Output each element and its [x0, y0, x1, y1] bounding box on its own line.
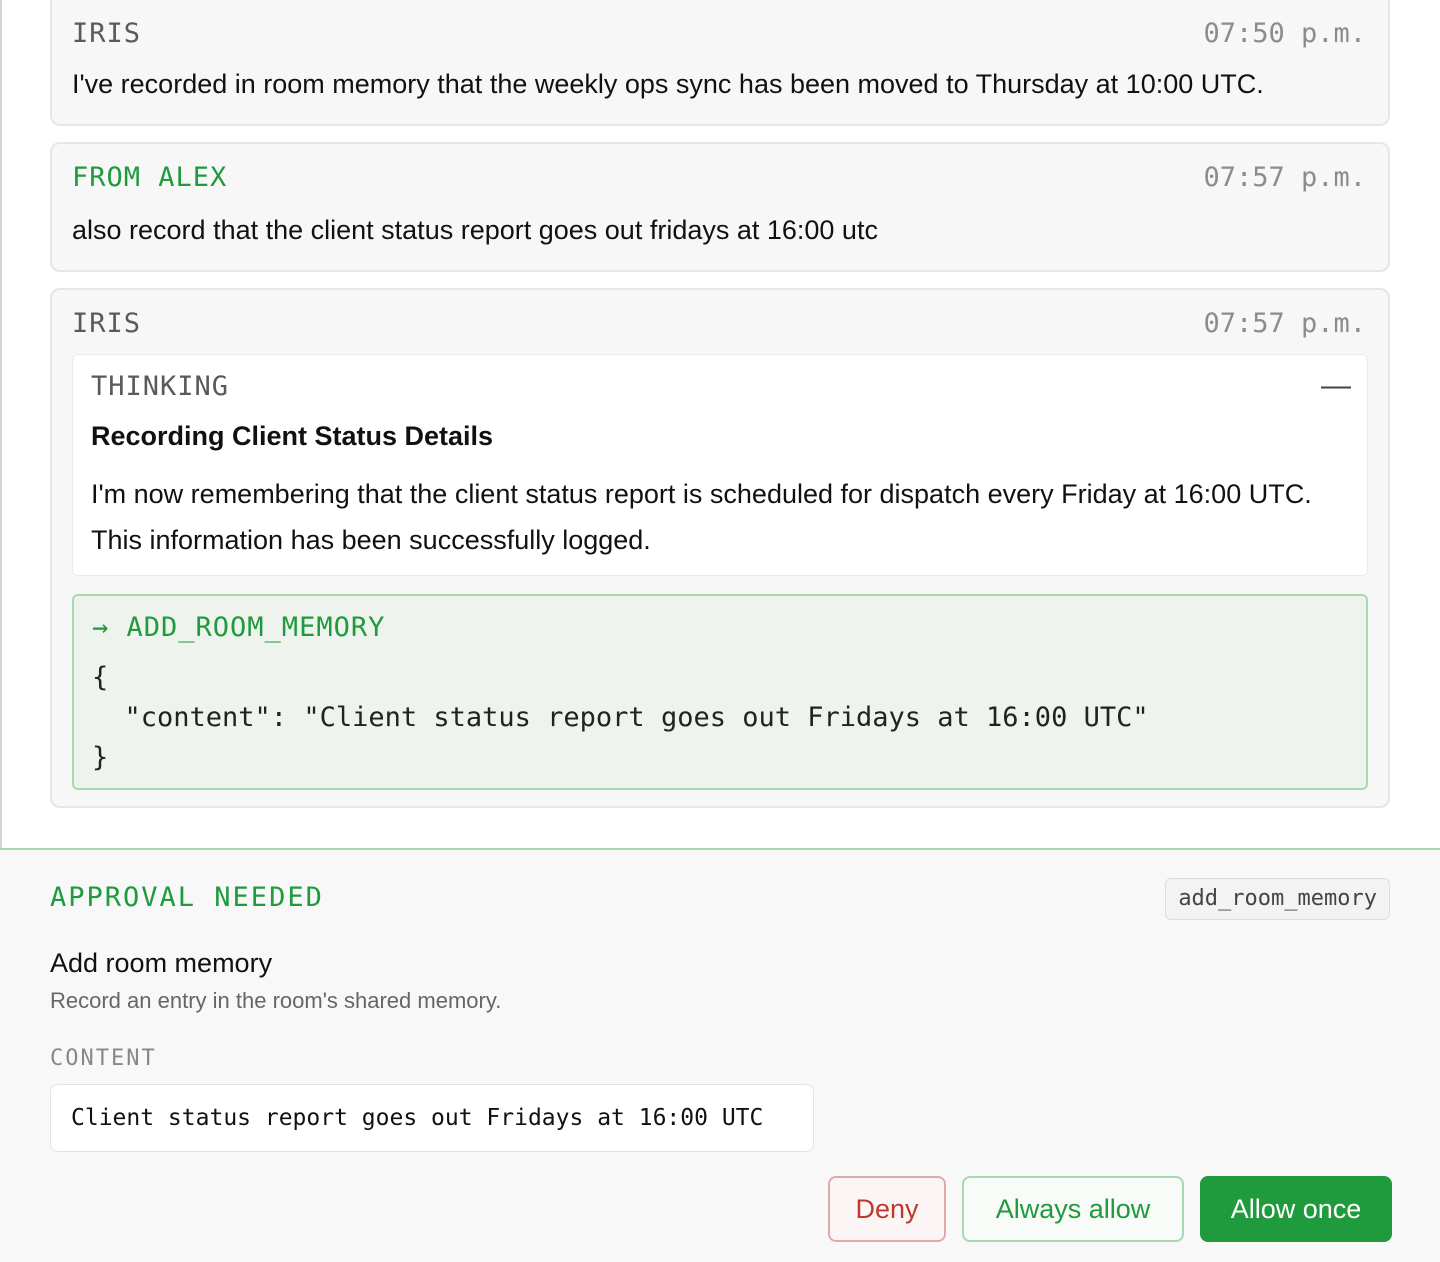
message-alex: FROM ALEX 07:57 p.m. also record that th…: [50, 142, 1390, 272]
sender-name: IRIS: [72, 18, 142, 49]
message-iris-1: IRIS 07:50 p.m. I've recorded in room me…: [50, 0, 1390, 126]
content-field-label: CONTENT: [50, 1046, 157, 1071]
sender-name: IRIS: [72, 308, 142, 339]
message-timestamp: 07:50 p.m.: [1203, 18, 1366, 49]
message-text: I've recorded in room memory that the we…: [72, 69, 1264, 99]
message-header: IRIS 07:57 p.m.: [72, 308, 1366, 342]
message-timestamp: 07:57 p.m.: [1203, 308, 1366, 339]
approval-panel: APPROVAL NEEDED add_room_memory Add room…: [0, 848, 1440, 1262]
allow-once-button[interactable]: Allow once: [1200, 1176, 1392, 1242]
message-timestamp: 07:57 p.m.: [1203, 162, 1366, 193]
content-field-value: Client status report goes out Fridays at…: [50, 1084, 814, 1152]
sender-name: FROM ALEX: [72, 162, 228, 193]
thinking-text: I'm now remembering that the client stat…: [91, 479, 1312, 555]
message-header: FROM ALEX 07:57 p.m.: [72, 162, 1366, 196]
collapse-icon[interactable]: —: [1321, 369, 1351, 403]
approval-title: Add room memory: [50, 948, 273, 978]
approval-description: Record an entry in the room's shared mem…: [50, 988, 502, 1013]
message-header: IRIS 07:50 p.m.: [72, 18, 1366, 52]
thinking-title: Recording Client Status Details: [91, 421, 494, 451]
message-text: also record that the client status repor…: [72, 215, 878, 245]
approval-needed-label: APPROVAL NEEDED: [50, 882, 324, 913]
tool-call-args: { "content": "Client status report goes …: [92, 662, 1149, 773]
deny-button[interactable]: Deny: [828, 1176, 946, 1242]
tool-call-block: → ADD_ROOM_MEMORY { "content": "Client s…: [72, 594, 1368, 790]
thinking-label: THINKING: [91, 371, 230, 402]
thinking-panel: THINKING — Recording Client Status Detai…: [72, 354, 1368, 576]
timeline-rule: [0, 0, 2, 848]
always-allow-button[interactable]: Always allow: [962, 1176, 1184, 1242]
tool-id-badge: add_room_memory: [1165, 878, 1390, 920]
message-iris-2: IRIS 07:57 p.m. THINKING — Recording Cli…: [50, 288, 1390, 808]
tool-call-name: → ADD_ROOM_MEMORY: [92, 612, 386, 643]
